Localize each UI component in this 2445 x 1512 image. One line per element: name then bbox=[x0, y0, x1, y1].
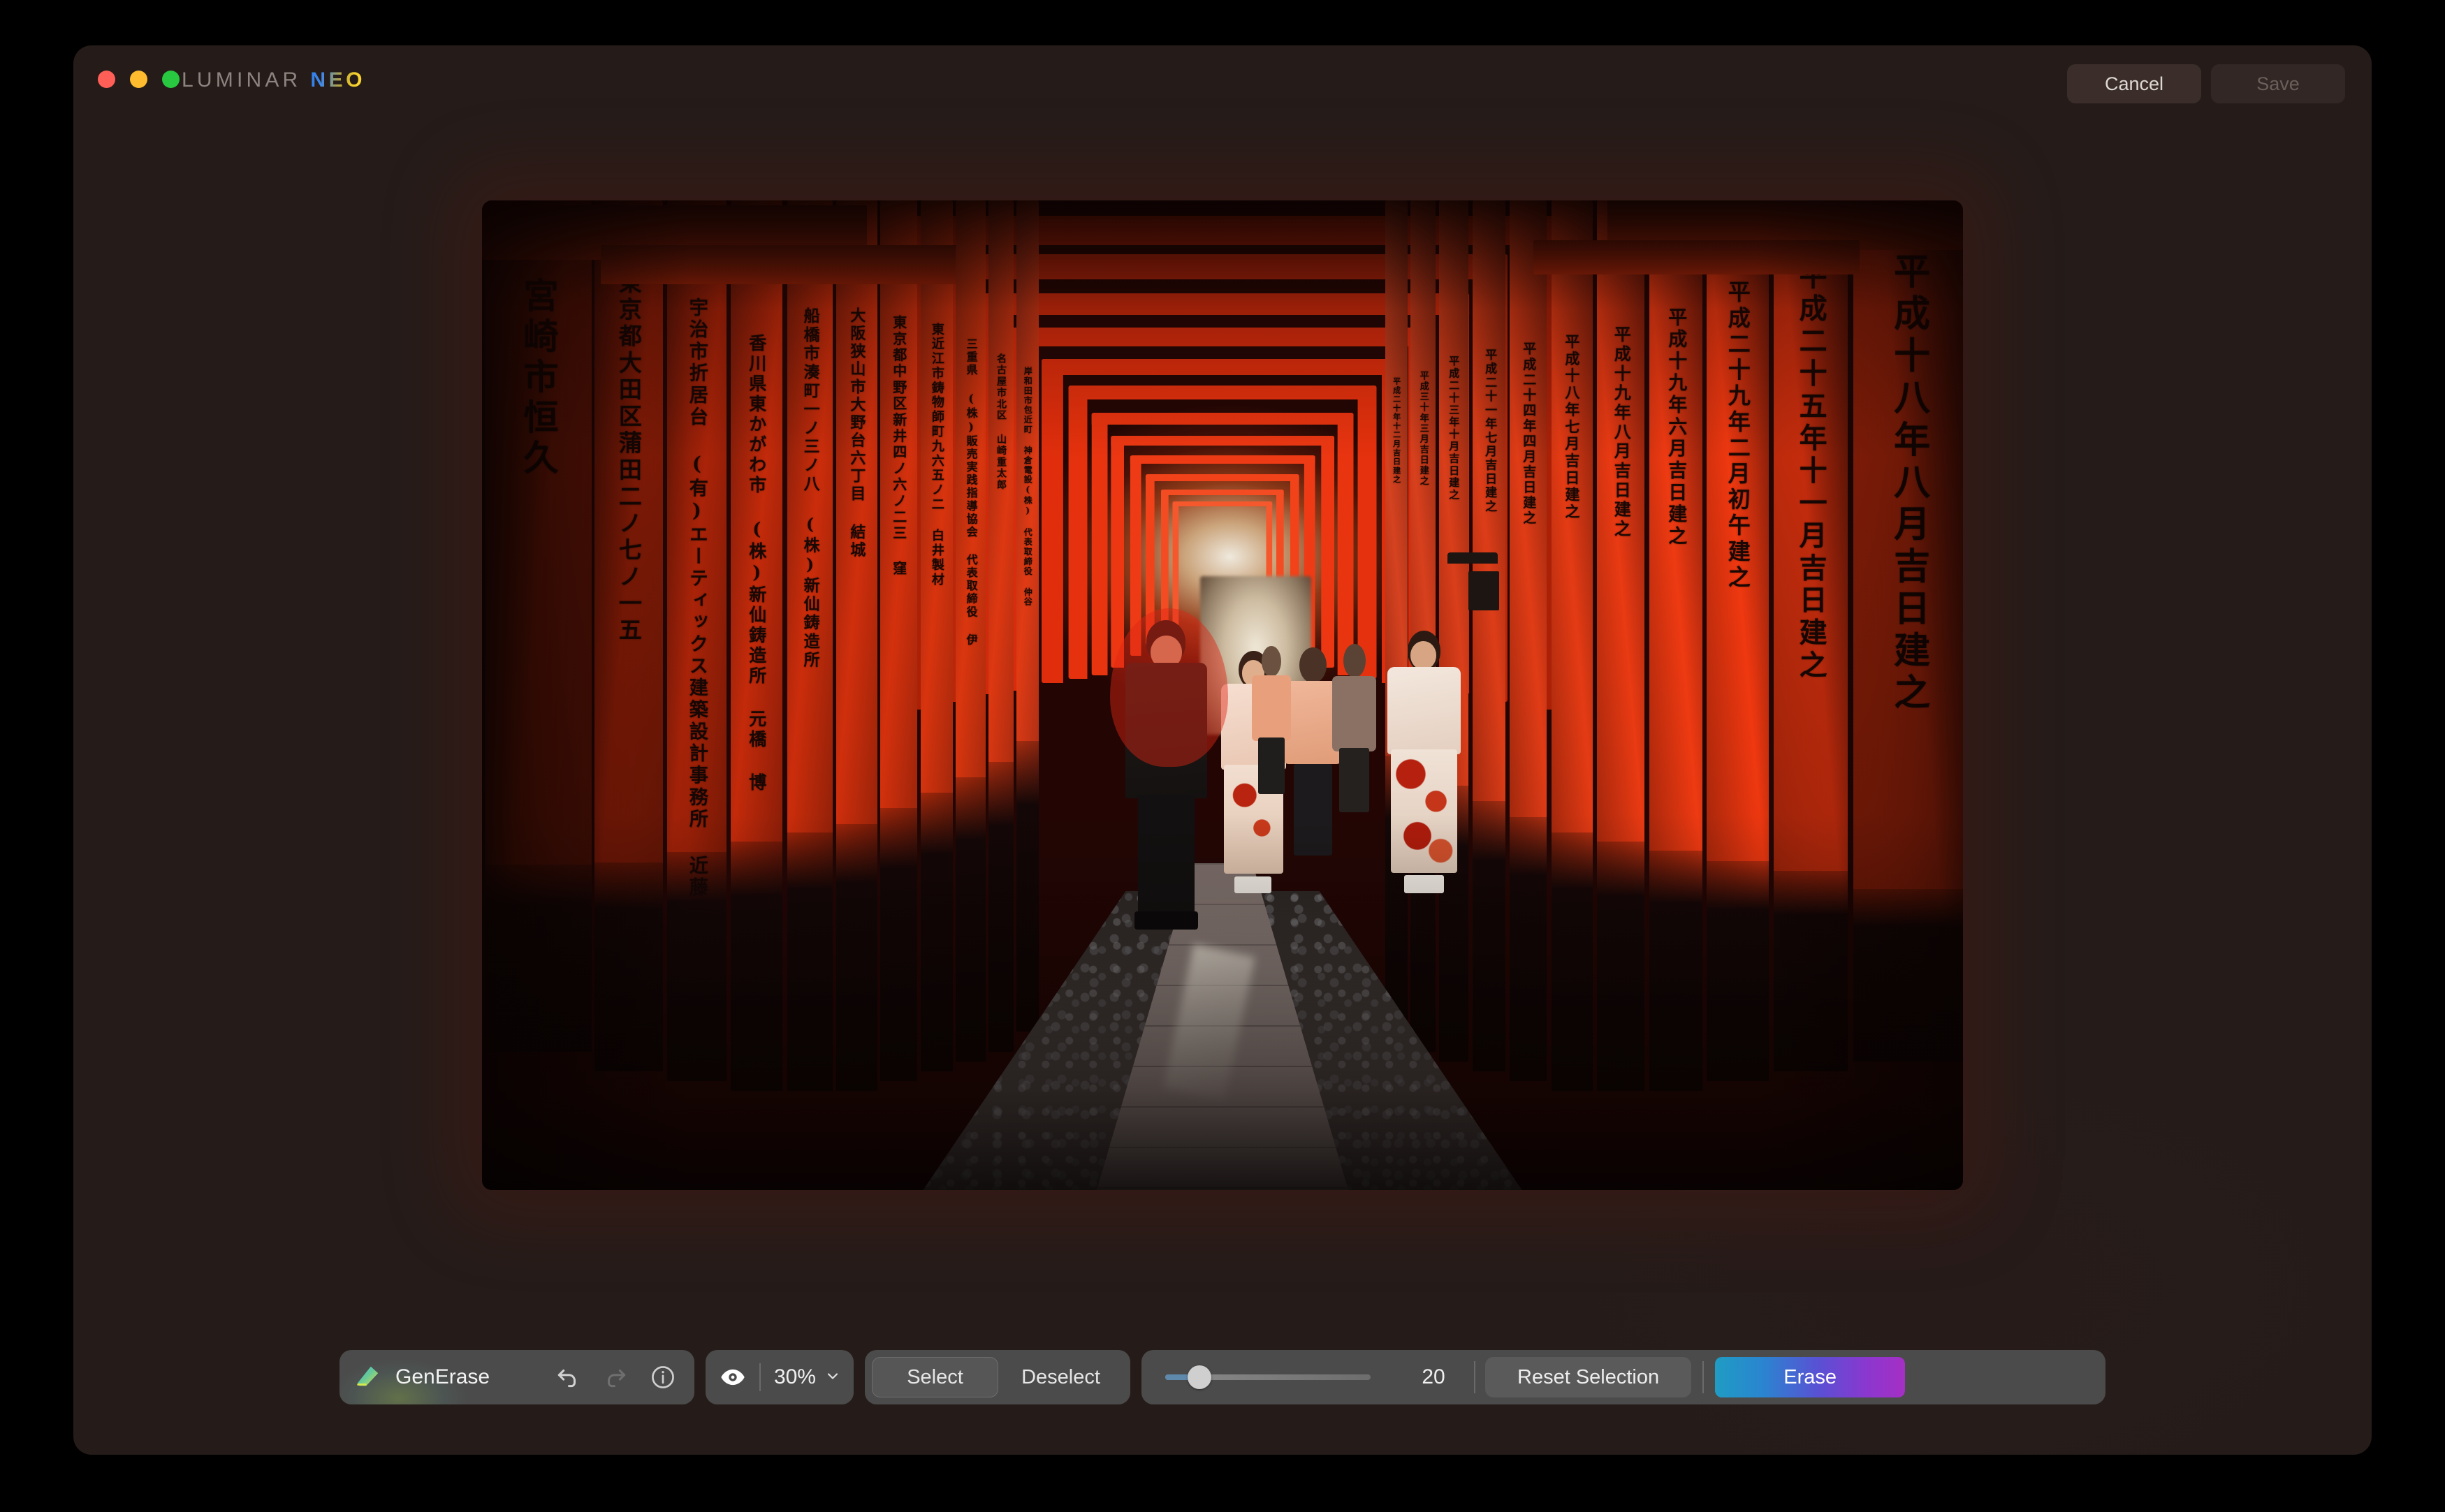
selection-mode-panel: Select Deselect bbox=[865, 1350, 1130, 1404]
brush-and-actions-panel: 20 Reset Selection Erase bbox=[1141, 1350, 2105, 1404]
brush-size-slider[interactable] bbox=[1165, 1363, 1371, 1391]
eraser-icon bbox=[355, 1364, 381, 1390]
select-mode-button[interactable]: Select bbox=[872, 1357, 998, 1397]
generase-tool-label: GenErase bbox=[395, 1365, 490, 1389]
app-logo-secondary: NEO bbox=[310, 68, 365, 92]
app-logo: LUMINAR NEO bbox=[182, 68, 365, 92]
generase-history-actions bbox=[555, 1364, 676, 1390]
cancel-button[interactable]: Cancel bbox=[2067, 64, 2201, 103]
photo-vignette bbox=[482, 200, 1963, 1190]
view-controls-panel: 30% bbox=[706, 1350, 854, 1404]
slider-thumb[interactable] bbox=[1188, 1365, 1211, 1389]
view-panel-divider bbox=[759, 1363, 761, 1391]
redo-arrow-icon bbox=[602, 1364, 629, 1390]
editor-canvas: 宮崎市恒久 東京都大田区蒲田二ノ七ノ一五 宇治市折居台 (有)エーティックス建築… bbox=[73, 121, 2372, 1280]
app-window: LUMINAR NEO Cancel Save bbox=[73, 45, 2372, 1455]
traffic-light-controls bbox=[98, 71, 180, 88]
erase-button[interactable]: Erase bbox=[1715, 1357, 1905, 1397]
photo-content: 宮崎市恒久 東京都大田区蒲田二ノ七ノ一五 宇治市折居台 (有)エーティックス建築… bbox=[482, 200, 1963, 1190]
chevron-down-icon bbox=[824, 1367, 841, 1388]
close-window-button[interactable] bbox=[98, 71, 115, 88]
zoom-level-dropdown[interactable]: 30% bbox=[774, 1365, 841, 1389]
maximize-window-button[interactable] bbox=[162, 71, 180, 88]
brush-size-value: 20 bbox=[1400, 1365, 1467, 1389]
actions-divider-left bbox=[1474, 1361, 1475, 1393]
info-circle-icon[interactable] bbox=[650, 1364, 676, 1390]
generase-tool-panel: GenErase bbox=[340, 1350, 694, 1404]
reset-selection-button[interactable]: Reset Selection bbox=[1485, 1357, 1691, 1397]
actions-divider-right bbox=[1702, 1361, 1704, 1393]
save-button: Save bbox=[2211, 64, 2345, 103]
eye-icon[interactable] bbox=[720, 1364, 746, 1390]
undo-arrow-icon[interactable] bbox=[555, 1364, 581, 1390]
generase-tool-identity: GenErase bbox=[355, 1364, 490, 1390]
bottom-toolbar: GenErase bbox=[73, 1280, 2372, 1455]
photo-preview[interactable]: 宮崎市恒久 東京都大田区蒲田二ノ七ノ一五 宇治市折居台 (有)エーティックス建築… bbox=[482, 200, 1963, 1190]
deselect-mode-button[interactable]: Deselect bbox=[998, 1357, 1123, 1397]
title-bar-actions: Cancel Save bbox=[2067, 64, 2345, 103]
app-logo-primary: LUMINAR bbox=[182, 68, 301, 92]
toolbar-controls-row: GenErase bbox=[73, 1350, 2372, 1404]
minimize-window-button[interactable] bbox=[130, 71, 147, 88]
zoom-level-value: 30% bbox=[774, 1365, 816, 1389]
title-bar: LUMINAR NEO Cancel Save bbox=[73, 45, 2372, 121]
